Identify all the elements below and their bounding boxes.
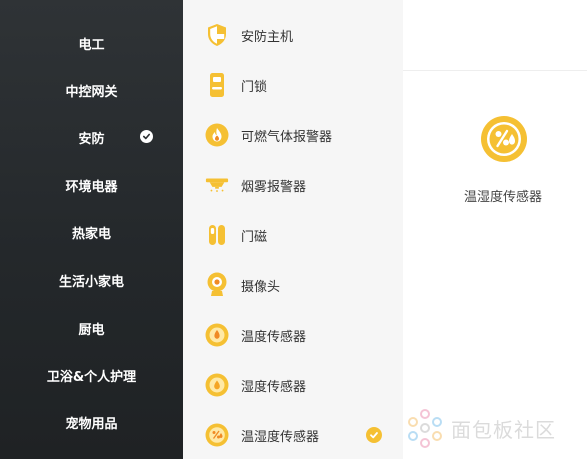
device-item-gas-alarm[interactable]: 可燃气体报警器 xyxy=(183,115,403,155)
sidebar-item-label: 热家电 xyxy=(71,226,111,242)
watermark-logo xyxy=(408,409,442,448)
sidebar-item-gateway[interactable]: 中控网关 xyxy=(0,70,183,110)
device-item-label: 烟雾报警器 xyxy=(241,179,307,195)
device-item-temperature-sensor[interactable]: 温度传感器 xyxy=(183,315,403,355)
smoke-alarm-icon xyxy=(205,173,229,197)
humidity-sensor-icon xyxy=(205,373,229,397)
device-item-door-sensor[interactable]: 门磁 xyxy=(183,215,403,255)
sidebar-item-partial-top[interactable] xyxy=(0,0,183,20)
sidebar-item-label: 安防 xyxy=(78,131,105,147)
sidebar-item-electrician[interactable]: 电工 xyxy=(0,23,183,63)
sidebar-item-pet-supplies[interactable]: 宠物用品 xyxy=(0,402,183,442)
device-item-label: 门锁 xyxy=(241,79,268,95)
sidebar-item-label: 中控网关 xyxy=(65,84,118,100)
device-detail-title: 温湿度传感器 xyxy=(463,190,542,205)
sidebar-item-label: 厨电 xyxy=(78,322,105,338)
sidebar-item-kitchen-appliances[interactable]: 厨电 xyxy=(0,308,183,348)
temp-humidity-sensor-icon xyxy=(480,115,528,163)
selected-check-icon xyxy=(366,427,382,443)
device-item-smoke-alarm[interactable]: 烟雾报警器 xyxy=(183,165,403,205)
sidebar-item-label: 电工 xyxy=(78,37,105,53)
flame-icon xyxy=(205,123,229,147)
device-item-label: 湿度传感器 xyxy=(241,379,307,395)
sidebar-item-bathroom-personal-care[interactable]: 卫浴&个人护理 xyxy=(0,355,183,395)
selected-check-icon xyxy=(140,130,153,143)
device-item-label: 摄像头 xyxy=(241,279,281,295)
watermark-text: 面包板社区 xyxy=(451,417,556,442)
device-item-label: 安防主机 xyxy=(241,29,294,45)
device-item-label: 可燃气体报警器 xyxy=(241,129,333,145)
device-item-temp-humidity-sensor[interactable]: 温湿度传感器 xyxy=(183,415,403,455)
temp-humidity-sensor-icon xyxy=(205,423,229,447)
device-item-label: 温湿度传感器 xyxy=(241,429,320,445)
category-sidebar: 电工 中控网关 安防 环境电器 热家电 生活小家电 厨电 卫浴&个人护理 宠物用… xyxy=(0,0,183,459)
divider xyxy=(403,70,587,71)
device-detail-panel: 温湿度传感器 xyxy=(403,0,587,459)
watermark: 面包板社区 xyxy=(405,405,585,451)
device-item-door-lock[interactable]: 门锁 xyxy=(183,65,403,105)
sidebar-item-label: 宠物用品 xyxy=(65,416,118,432)
shield-icon xyxy=(205,23,229,47)
sidebar-item-label: 环境电器 xyxy=(65,179,118,195)
device-item-label: 门磁 xyxy=(241,229,268,245)
sidebar-item-heating-appliances[interactable]: 热家电 xyxy=(0,212,183,252)
sidebar-item-small-appliances[interactable]: 生活小家电 xyxy=(0,260,183,300)
sidebar-item-security[interactable]: 安防 xyxy=(0,117,183,157)
device-item-camera[interactable]: 摄像头 xyxy=(183,265,403,305)
sidebar-item-label: 生活小家电 xyxy=(58,274,124,290)
door-lock-icon xyxy=(205,73,229,97)
sidebar-item-environment-appliances[interactable]: 环境电器 xyxy=(0,165,183,205)
device-item-security-host[interactable]: 安防主机 xyxy=(183,15,403,55)
device-list: 安防主机 门锁 可燃气体报警器 烟雾报警器 门磁 摄像头 温度传感器 湿度传感器… xyxy=(183,0,403,459)
device-item-humidity-sensor[interactable]: 湿度传感器 xyxy=(183,365,403,405)
door-sensor-icon xyxy=(205,223,229,247)
camera-icon xyxy=(205,272,229,297)
device-item-label: 温度传感器 xyxy=(241,329,307,345)
temperature-sensor-icon xyxy=(205,323,229,347)
sidebar-item-label: 卫浴&个人护理 xyxy=(46,369,137,385)
